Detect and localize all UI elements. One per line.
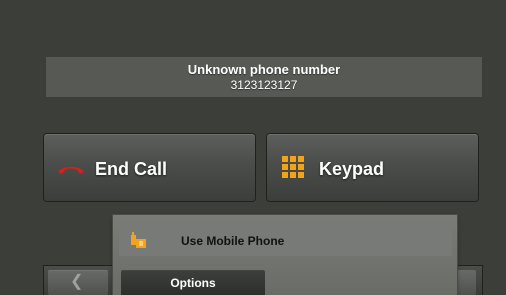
chevron-left-icon: ❮ [70, 273, 84, 290]
options-button[interactable]: Options [121, 270, 265, 295]
caller-name: Unknown phone number [187, 62, 341, 77]
caller-info-panel: Unknown phone number 3123123127 [46, 57, 482, 97]
back-button[interactable]: ❮ [48, 270, 108, 295]
caller-number: 3123123127 [230, 78, 298, 92]
end-call-label: End Call [95, 159, 168, 179]
end-call-button[interactable]: End Call [44, 134, 255, 201]
phone-hangup-icon [56, 162, 86, 176]
use-mobile-phone-menu-item[interactable]: Use Mobile Phone [119, 225, 452, 256]
keypad-label: Keypad [319, 159, 385, 179]
menu-item-label: Use Mobile Phone [181, 234, 285, 248]
mobile-phone-icon [129, 231, 149, 251]
options-label: Options [170, 276, 216, 290]
keypad-grid-icon [282, 156, 304, 178]
keypad-button[interactable]: Keypad [267, 134, 478, 201]
